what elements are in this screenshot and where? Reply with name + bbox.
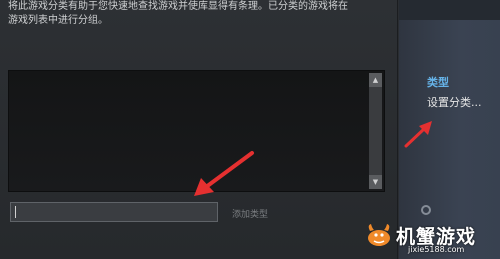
crab-logo-icon [368,224,390,246]
add-category-button[interactable]: 添加类型 [232,207,268,220]
category-dialog: 将此游戏分类有助于您快速地查找游戏并使库显得有条理。已分类的游戏将在 游戏列表中… [0,0,398,259]
description-line-2: 游戏列表中进行分组。 [8,15,108,26]
right-panel-header [399,0,500,20]
description-line-1: 将此游戏分类有助于您快速地查找游戏并使库显得有条理。已分类的游戏将在 [8,1,348,12]
ring-icon [421,205,431,215]
list-scrollbar[interactable]: ▲ ▼ [369,73,382,189]
watermark-site: jixie5188.com [408,245,465,254]
category-list[interactable]: ▲ ▼ [8,70,385,192]
type-heading: 类型 [427,76,449,89]
watermark: 机蟹游戏 jixie5188.com [360,216,500,259]
dialog-description: 将此游戏分类有助于您快速地查找游戏并使库显得有条理。已分类的游戏将在 游戏列表中… [8,0,378,28]
scroll-up-button[interactable]: ▲ [369,73,382,87]
triangle-down-icon: ▼ [372,178,379,186]
category-name-input[interactable] [10,202,218,222]
triangle-up-icon: ▲ [372,76,379,84]
set-category-link[interactable]: 设置分类... [427,94,482,110]
scroll-down-button[interactable]: ▼ [369,175,382,189]
text-caret [15,206,16,218]
